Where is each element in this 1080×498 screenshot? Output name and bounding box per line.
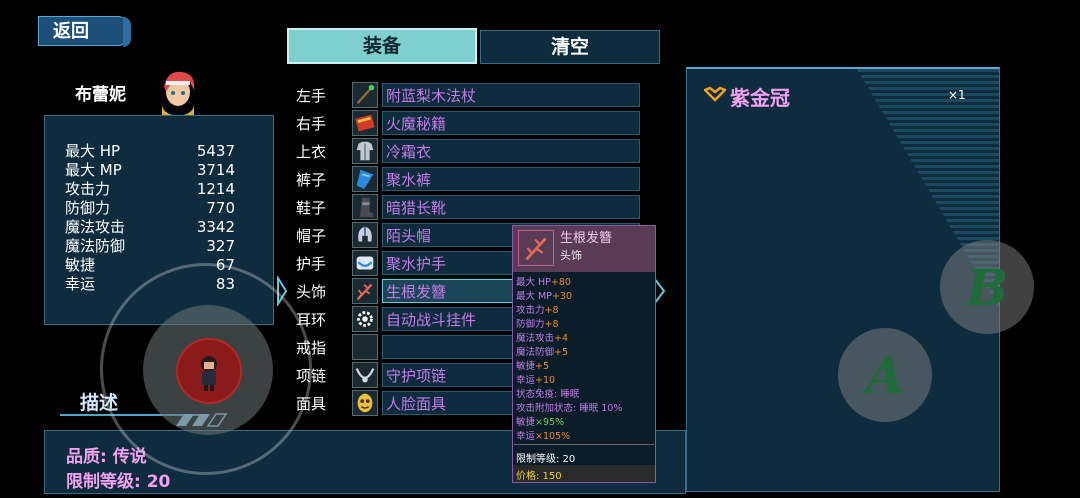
tooltip-stat: 攻击力+8 [516, 305, 559, 316]
tooltip-stat: 幸运×105% [516, 431, 571, 442]
stat-label: 魔法攻击 [65, 218, 126, 236]
tooltip-item-type: 头饰 [560, 249, 582, 262]
stat-label: 防御力 [65, 199, 111, 217]
tooltip-item-name: 生根发簪 [560, 231, 613, 246]
item-name: 自动战斗挂件 [386, 311, 477, 329]
tooltip-divider [514, 444, 654, 445]
gauntlet-icon [352, 250, 378, 276]
crown-icon [704, 86, 726, 102]
book-icon [352, 110, 378, 136]
tab-clear[interactable]: 清空 [480, 30, 660, 64]
stat-label: 最大 HP [65, 142, 121, 160]
helmet-icon [352, 222, 378, 248]
slot-label: 上衣 [296, 143, 327, 161]
armor-icon [352, 138, 378, 164]
stat-value: 3714 [196, 161, 235, 179]
stat-value: 5437 [196, 142, 235, 160]
item-name: 生根发簪 [386, 283, 447, 301]
item-name: 聚水护手 [386, 255, 447, 273]
tooltip-price: 价格: 150 [516, 471, 562, 482]
tooltip-stat: 最大 MP+30 [516, 291, 573, 302]
equip-slot-right-hand[interactable]: 右手 火魔秘籍 [296, 110, 646, 136]
item-name: 陌头帽 [386, 227, 432, 245]
tooltip-stat: 幸运+10 [516, 375, 556, 386]
joystick-knob[interactable] [176, 338, 242, 404]
tooltip-stat: 状态免疫: 睡眠 [516, 389, 580, 400]
stat-value: 1214 [196, 180, 235, 198]
back-label: 返回 [53, 21, 89, 42]
item-name: 人脸面具 [386, 395, 447, 413]
b-button[interactable]: B [940, 240, 1034, 334]
stat-value: 770 [206, 199, 235, 217]
character-avatar [152, 68, 204, 118]
character-name: 布蕾妮 [75, 85, 126, 105]
stat-label: 幸运 [65, 275, 96, 293]
equip-slot-top[interactable]: 上衣 冷霜衣 [296, 138, 646, 164]
item-name: 聚水裤 [386, 171, 432, 189]
b-button-label: B [965, 258, 1009, 317]
slot-label: 右手 [296, 115, 327, 133]
boots-icon [352, 194, 378, 220]
hairpin-icon [352, 278, 378, 304]
tooltip-stat: 敏捷×95% [516, 417, 565, 428]
necklace-icon [352, 362, 378, 388]
hairpin-icon [518, 230, 554, 266]
tooltip-stat: 魔法攻击+4 [516, 333, 569, 344]
a-button[interactable]: A [838, 328, 932, 422]
back-button[interactable]: 返回 [38, 16, 131, 47]
stat-label: 最大 MP [65, 161, 122, 179]
staff-icon [352, 82, 378, 108]
item-level-requirement: 限制等级: 20 [66, 472, 171, 492]
hero-sprite-icon [201, 356, 217, 391]
tooltip-stat: 魔法防御+5 [516, 347, 569, 358]
stat-value: 327 [206, 237, 235, 255]
equip-slot-left-hand[interactable]: 左手 附蓝梨木法杖 [296, 82, 646, 108]
tooltip-stat: 最大 HP+80 [516, 277, 571, 288]
stat-label: 攻击力 [65, 180, 111, 198]
tooltip-stat: 敏捷+5 [516, 361, 550, 372]
item-name: 守护项链 [386, 367, 447, 385]
tooltip-level-requirement: 限制等级: 20 [516, 454, 576, 465]
pants-icon [352, 166, 378, 192]
stat-value: 3342 [196, 218, 235, 236]
tooltip-stat: 防御力+8 [516, 319, 559, 330]
slot-label: 头饰 [296, 283, 327, 301]
slot-label: 左手 [296, 87, 327, 105]
slot-label: 护手 [296, 255, 327, 273]
tooltip-stat: 攻击附加状态: 睡眠 10% [516, 403, 623, 414]
item-name: 冷霜衣 [386, 143, 432, 161]
item-name: 附蓝梨木法杖 [386, 87, 477, 105]
mask-icon [352, 390, 378, 416]
equip-slot-shoes[interactable]: 鞋子 暗猎长靴 [296, 194, 646, 220]
tab-equip[interactable]: 装备 [287, 28, 477, 64]
empty-slot-icon [352, 334, 378, 360]
equip-slot-pants[interactable]: 裤子 聚水裤 [296, 166, 646, 192]
item-name: 火魔秘籍 [386, 115, 447, 133]
item-name: 暗猎长靴 [386, 199, 447, 217]
slot-label: 裤子 [296, 171, 327, 189]
a-button-label: A [865, 346, 905, 405]
detail-item-name: 紫金冠 [730, 86, 790, 110]
stat-label: 魔法防御 [65, 237, 126, 255]
slot-label: 帽子 [296, 227, 327, 245]
stat-label: 敏捷 [65, 256, 96, 274]
slot-label: 鞋子 [296, 199, 327, 217]
gear-icon [352, 306, 378, 332]
item-quantity: ×1 [948, 88, 966, 102]
